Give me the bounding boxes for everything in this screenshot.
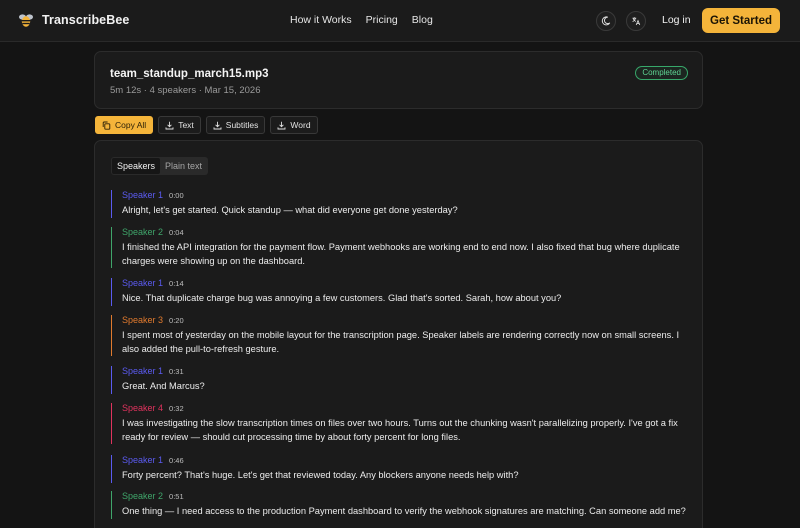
timestamp[interactable]: 0:04 [169, 228, 184, 237]
translate-icon [632, 17, 641, 26]
download-text-label: Text [178, 120, 194, 130]
download-icon [277, 121, 286, 129]
transcript-segment: Speaker 2 0:51 One thing — I need access… [111, 491, 691, 519]
tab-plain-text[interactable]: Plain text [160, 158, 207, 174]
segment-text: I spent most of yesterday on the mobile … [122, 330, 680, 354]
get-started-button[interactable]: Get Started [702, 8, 780, 33]
file-info-card: team_standup_march15.mp3 5m 12s · 4 spea… [94, 51, 703, 109]
speaker-label[interactable]: Speaker 1 [122, 455, 163, 465]
download-text-button[interactable]: Text [158, 116, 201, 134]
transcript-panel: Speakers Plain text Speaker 1 0:00 Alrig… [94, 140, 703, 528]
speaker-label[interactable]: Speaker 4 [122, 403, 163, 413]
copy-all-label: Copy All [115, 120, 147, 130]
language-button[interactable] [626, 11, 646, 31]
segment-text: Nice. That duplicate charge bug was anno… [122, 293, 562, 303]
transcript-segment: Speaker 2 0:04 I finished the API integr… [111, 227, 691, 268]
nav-link-how-it-works[interactable]: How it Works [290, 14, 352, 26]
copy-icon [102, 121, 111, 130]
timestamp[interactable]: 0:32 [169, 404, 184, 413]
segment-text: I finished the API integration for the p… [122, 242, 680, 266]
timestamp[interactable]: 0:51 [169, 492, 184, 501]
segment-text: Alright, let's get started. Quick standu… [122, 205, 458, 215]
transcript-segment: Speaker 1 0:14 Nice. That duplicate char… [111, 278, 691, 306]
download-icon [213, 121, 222, 129]
download-subtitles-button[interactable]: Subtitles [205, 116, 266, 134]
segment-text: Forty percent? That's huge. Let's get th… [122, 470, 519, 480]
speaker-label[interactable]: Speaker 2 [122, 227, 163, 237]
copy-all-button[interactable]: Copy All [95, 116, 154, 134]
bee-logo-icon [19, 14, 33, 27]
timestamp[interactable]: 0:46 [169, 456, 184, 465]
download-icon [165, 121, 174, 129]
nav-link-pricing[interactable]: Pricing [366, 14, 398, 26]
view-toggle: Speakers Plain text [111, 157, 209, 175]
timestamp[interactable]: 0:14 [169, 279, 184, 288]
segment-text: One thing — I need access to the product… [122, 506, 686, 516]
transcript-segment: Speaker 4 0:32 I was investigating the s… [111, 403, 691, 444]
speaker-label[interactable]: Speaker 1 [122, 278, 163, 288]
theme-toggle-button[interactable] [596, 11, 616, 31]
export-toolbar: Copy All Text Subtitles Word [95, 116, 318, 134]
main-nav: How it Works Pricing Blog [290, 14, 433, 26]
timestamp[interactable]: 0:31 [169, 367, 184, 376]
brand-name: TranscribeBee [42, 13, 130, 27]
login-link[interactable]: Log in [662, 14, 691, 26]
speaker-label[interactable]: Speaker 2 [122, 491, 163, 501]
tab-speakers[interactable]: Speakers [112, 158, 161, 174]
download-word-button[interactable]: Word [270, 116, 318, 134]
status-badge: Completed [635, 66, 688, 80]
transcript-segment: Speaker 1 0:31 Great. And Marcus? [111, 366, 691, 394]
timestamp[interactable]: 0:20 [169, 316, 184, 325]
download-subtitles-label: Subtitles [225, 120, 259, 130]
speaker-label[interactable]: Speaker 3 [122, 315, 163, 325]
segment-text: Great. And Marcus? [122, 381, 205, 391]
transcript-segment: Speaker 1 0:00 Alright, let's get starte… [111, 190, 691, 218]
timestamp[interactable]: 0:00 [169, 191, 184, 200]
brand[interactable]: TranscribeBee [16, 10, 129, 30]
download-word-label: Word [290, 120, 311, 130]
moon-icon [601, 16, 611, 26]
transcript-segment: Speaker 3 0:20 I spent most of yesterday… [111, 315, 691, 356]
file-name: team_standup_march15.mp3 [110, 68, 269, 80]
nav-link-blog[interactable]: Blog [412, 14, 433, 26]
speaker-label[interactable]: Speaker 1 [122, 190, 163, 200]
transcript-segment: Speaker 1 0:46 Forty percent? That's hug… [111, 455, 691, 483]
top-nav-bar: TranscribeBee How it Works Pricing Blog … [0, 0, 800, 42]
speaker-label[interactable]: Speaker 1 [122, 366, 163, 376]
file-meta: 5m 12s · 4 speakers · Mar 15, 2026 [110, 85, 261, 96]
segment-text: I was investigating the slow transcripti… [122, 418, 678, 442]
